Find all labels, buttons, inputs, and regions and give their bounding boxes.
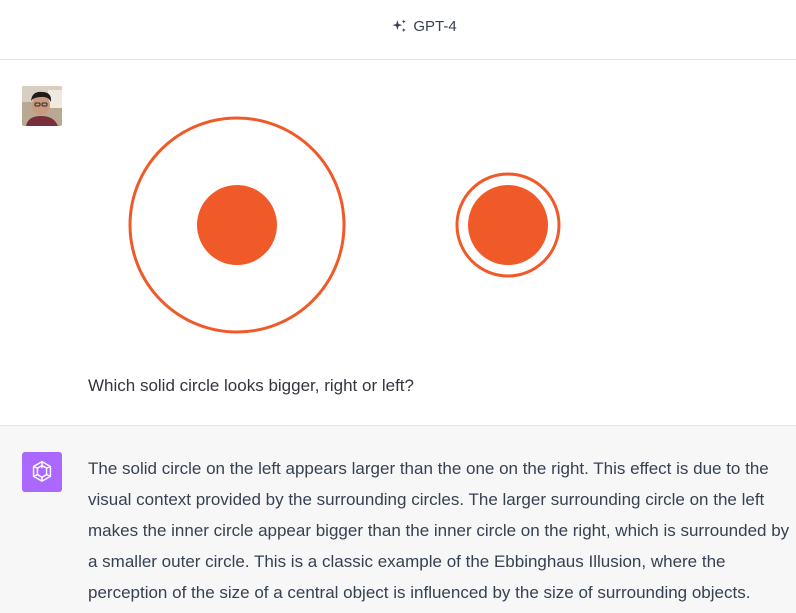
chat-window: GPT-4 Which solid circle looks bigger, r… xyxy=(0,0,796,613)
chat-header: GPT-4 xyxy=(0,0,796,60)
assistant-message: The solid circle on the left appears lar… xyxy=(0,426,796,613)
assistant-message-text: The solid circle on the left appears lar… xyxy=(88,459,790,602)
sparkle-icon xyxy=(391,18,408,35)
left-solid-circle xyxy=(197,185,277,265)
model-selector[interactable]: GPT-4 xyxy=(391,18,457,35)
right-solid-circle xyxy=(468,185,548,265)
openai-logo-icon xyxy=(22,452,62,492)
ebbinghaus-illusion-image[interactable] xyxy=(88,100,608,360)
model-name: GPT-4 xyxy=(413,18,457,35)
user-message-text: Which solid circle looks bigger, right o… xyxy=(88,376,414,395)
user-message: Which solid circle looks bigger, right o… xyxy=(0,60,796,426)
user-avatar[interactable] xyxy=(22,86,62,126)
